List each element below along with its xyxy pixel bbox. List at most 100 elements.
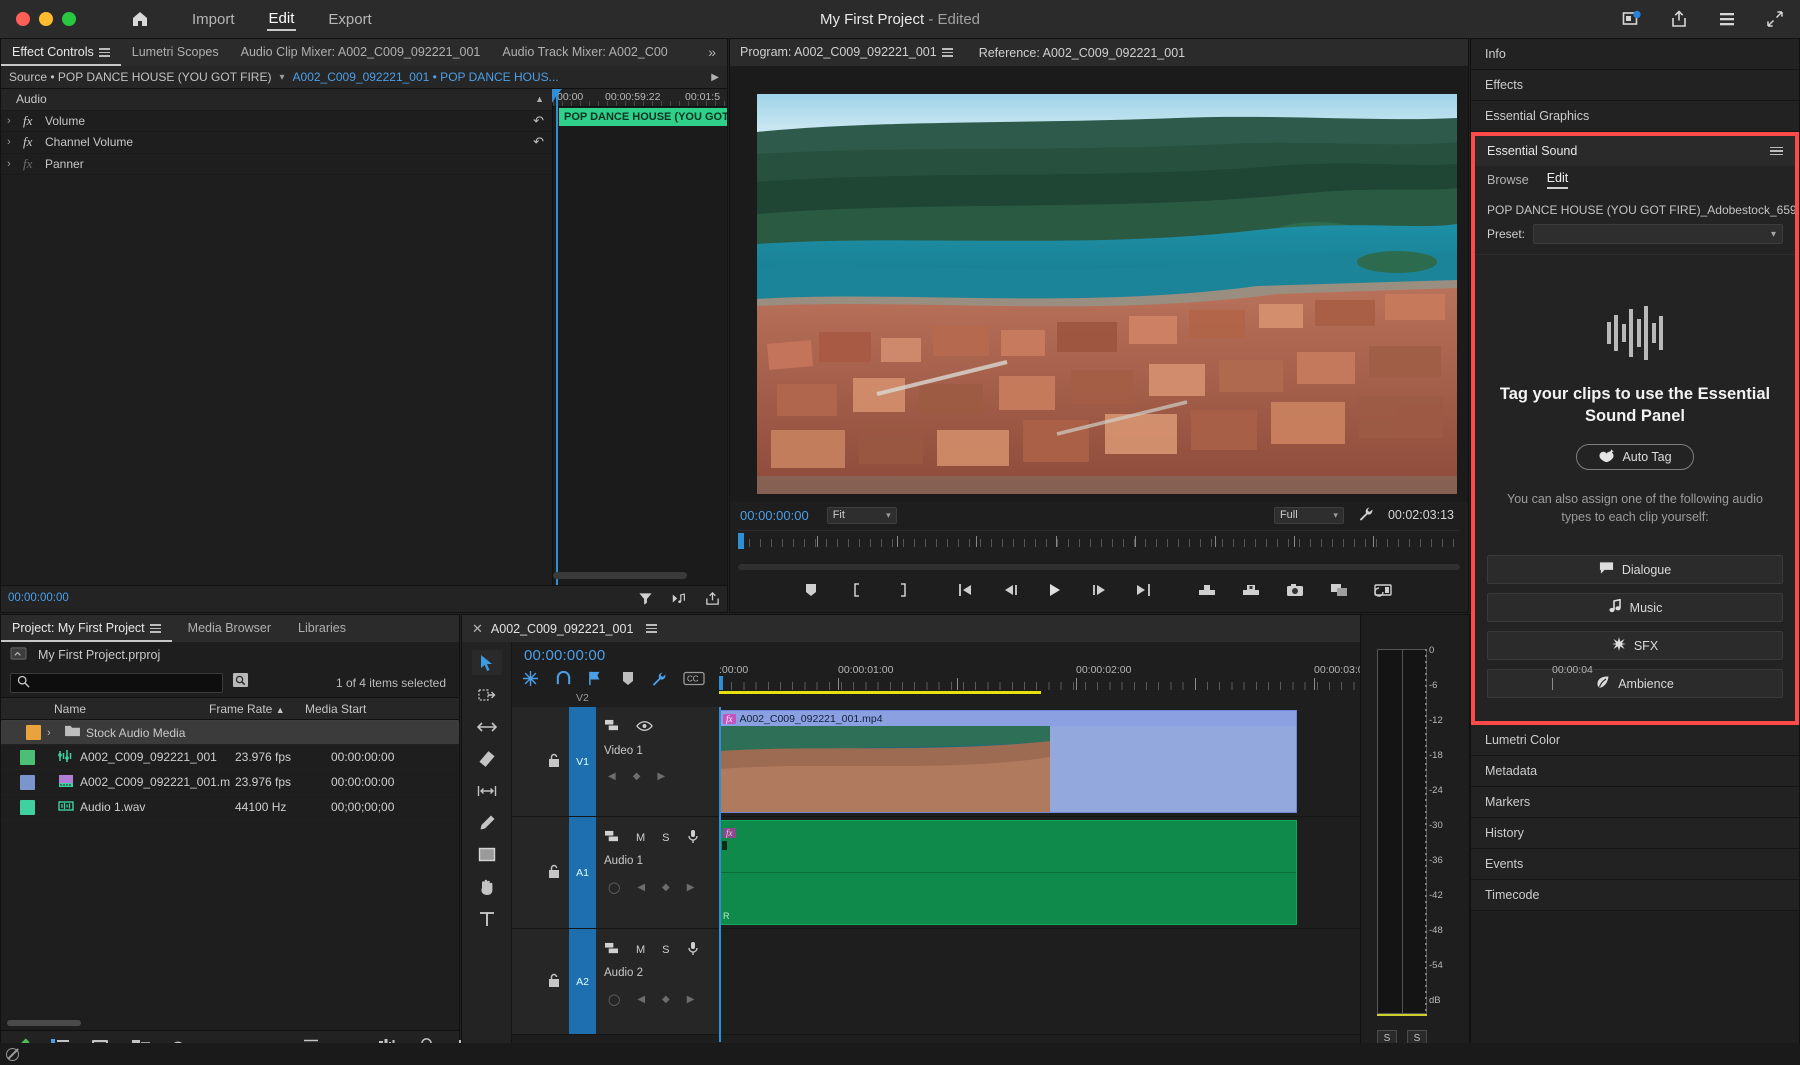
preset-select[interactable]: ▾ [1533, 224, 1783, 244]
tab-audio-clip-mixer[interactable]: Audio Clip Mixer: A002_C009_092221_001 [230, 39, 492, 66]
tab-overflow-button[interactable]: » [697, 39, 727, 66]
pan-icon[interactable]: ◯ [608, 993, 620, 1006]
keyframe-nav-a2[interactable]: ◯ ◀ ◆ ▶ [608, 993, 694, 1006]
panel-item-info[interactable]: Info [1471, 39, 1799, 70]
timeline-header-icons[interactable]: CC [522, 670, 705, 692]
solo-button[interactable]: S [662, 832, 669, 844]
program-monitor-scrollbar[interactable] [738, 564, 1460, 570]
panel-item-history[interactable]: History [1471, 818, 1799, 849]
step-forward-icon[interactable] [1082, 577, 1116, 603]
effect-controls-timecode[interactable]: 00:00:00:00 [8, 592, 69, 604]
essential-sound-tabs[interactable]: Browse Edit [1475, 166, 1795, 194]
search-input[interactable] [10, 673, 223, 693]
panel-item-metadata[interactable]: Metadata [1471, 756, 1799, 787]
column-header-frame-rate[interactable]: Frame Rate ▲ [209, 702, 305, 716]
share-icon[interactable] [1668, 8, 1690, 30]
hand-tool-icon[interactable] [472, 874, 502, 899]
tab-reference[interactable]: Reference: A002_C009_092221_001 [963, 46, 1201, 60]
playhead[interactable] [719, 676, 723, 690]
add-keyframe-icon[interactable]: ◆ [662, 882, 670, 893]
full-screen-menu-icon[interactable] [1716, 8, 1738, 30]
prev-keyframe-icon[interactable]: ◀ [637, 882, 645, 893]
export-icon[interactable] [705, 591, 720, 611]
panel-menu-icon[interactable] [1770, 147, 1783, 156]
next-arrow-icon[interactable]: ▶ [711, 72, 719, 83]
panel-item-essential-graphics[interactable]: Essential Graphics [1471, 101, 1799, 132]
table-row[interactable]: › Stock Audio Media [1, 720, 459, 745]
timeline-toolbar[interactable] [462, 642, 512, 1064]
reset-icon[interactable]: ↶ [533, 113, 544, 129]
selection-tool-icon[interactable] [472, 650, 502, 675]
wrench-icon[interactable] [1358, 506, 1374, 525]
program-duration-timecode[interactable]: 00:02:03:13 [1388, 508, 1458, 522]
timeline-sequence-name[interactable]: A002_C009_092221_001 [491, 622, 634, 636]
property-row-channel-volume[interactable]: › fx Channel Volume ↶ [1, 132, 552, 154]
project-table-header[interactable]: Name Frame Rate ▲ Media Start [1, 697, 459, 720]
timeline-playhead[interactable] [719, 707, 721, 1042]
go-to-in-icon[interactable] [950, 577, 984, 603]
effect-controls-timeline[interactable]: 00:00 00:00:59:22 00:01:5 POP DANCE HOUS… [553, 89, 727, 612]
title-bar-actions[interactable] [1620, 0, 1786, 38]
property-row-panner[interactable]: › fx Panner [1, 154, 552, 176]
rectangle-tool-icon[interactable] [472, 842, 502, 867]
home-icon[interactable] [128, 7, 152, 31]
video-clip[interactable]: fx A002_C009_092221_001.mp4 [719, 710, 1297, 813]
type-tool-icon[interactable] [472, 906, 502, 931]
column-header-name[interactable]: Name [54, 702, 209, 716]
track-clips-a1[interactable]: fx R [719, 817, 1468, 928]
menu-item-export[interactable]: Export [326, 8, 373, 31]
tab-project[interactable]: Project: My First Project [1, 615, 172, 642]
close-window-button[interactable] [16, 12, 30, 26]
project-file-icon[interactable] [10, 646, 27, 664]
audio-type-music-button[interactable]: Music [1487, 593, 1783, 622]
panel-item-timecode[interactable]: Timecode [1471, 880, 1799, 911]
track-number-v1[interactable]: V1 [569, 707, 596, 816]
table-row[interactable]: A002_C009_092221_001.m 23.976 fps 00:00:… [1, 770, 459, 795]
track-targeting-icon[interactable] [604, 942, 619, 958]
effect-controls-ruler[interactable]: 00:00 00:00:59:22 00:01:5 [553, 89, 727, 107]
mute-button[interactable]: M [636, 944, 645, 956]
program-monitor-video[interactable] [757, 94, 1457, 494]
prev-keyframe-icon[interactable]: ◀ [608, 771, 616, 782]
twirl-icon[interactable]: › [7, 158, 23, 170]
unlock-icon[interactable] [548, 864, 560, 882]
mic-icon[interactable] [687, 829, 699, 847]
timeline-ruler[interactable]: :00:00 00:00:01:00 00:00:02:00 00:00:03:… [719, 664, 1444, 707]
tab-effect-controls[interactable]: Effect Controls [1, 39, 121, 66]
tab-media-browser[interactable]: Media Browser [172, 615, 287, 642]
mark-out-icon[interactable] [886, 577, 920, 603]
menu-item-edit[interactable]: Edit [267, 7, 297, 31]
solo-button[interactable]: S [662, 944, 669, 956]
work-area-bar[interactable] [719, 691, 1041, 694]
project-tabbar[interactable]: Project: My First Project Media Browser … [1, 615, 459, 642]
next-keyframe-icon[interactable]: ▶ [657, 771, 665, 782]
panel-menu-icon[interactable] [99, 48, 110, 57]
program-transport-controls[interactable]: + [730, 576, 1468, 604]
tab-libraries[interactable]: Libraries [287, 615, 357, 642]
audio-type-sfx-button[interactable]: SFX [1487, 631, 1783, 660]
track-select-forward-tool-icon[interactable] [472, 682, 502, 707]
effect-controls-scrollbar[interactable] [553, 572, 687, 579]
track-clips-a2[interactable] [719, 929, 1468, 1034]
project-horizontal-scrollbar[interactable] [7, 1020, 81, 1026]
expand-icon[interactable]: › [47, 727, 64, 739]
add-keyframe-icon[interactable]: ◆ [662, 994, 670, 1005]
panel-menu-icon[interactable] [942, 48, 953, 57]
snap-icon[interactable] [522, 670, 539, 692]
close-icon[interactable]: ✕ [472, 621, 483, 637]
panel-item-markers[interactable]: Markers [1471, 787, 1799, 818]
timeline-tabbar[interactable]: ✕ A002_C009_092221_001 [462, 615, 1468, 642]
twirl-icon[interactable]: › [7, 115, 23, 127]
program-current-timecode[interactable]: 00:00:00:00 [740, 508, 809, 523]
ripple-edit-tool-icon[interactable] [472, 714, 502, 739]
add-marker-icon[interactable] [621, 671, 635, 692]
tab-program[interactable]: Program: A002_C009_092221_001 [730, 39, 963, 66]
slip-tool-icon[interactable] [472, 778, 502, 803]
track-clips-v1[interactable]: fx A002_C009_092221_001.mp4 [719, 707, 1468, 816]
step-back-icon[interactable] [994, 577, 1028, 603]
track-number-a1[interactable]: A1 [569, 817, 596, 928]
zoom-level-select[interactable]: Fit▾ [827, 507, 897, 524]
panel-item-effects[interactable]: Effects [1471, 70, 1799, 101]
tab-lumetri-scopes[interactable]: Lumetri Scopes [121, 39, 230, 66]
unlock-icon[interactable] [548, 973, 560, 991]
